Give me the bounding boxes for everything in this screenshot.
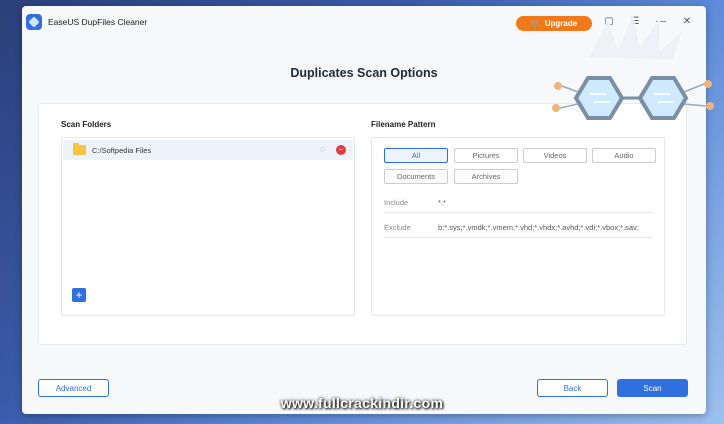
chip-audio[interactable]: Audio xyxy=(592,148,656,163)
chip-archives[interactable]: Archives xyxy=(454,169,518,184)
chip-documents[interactable]: Documents xyxy=(384,169,448,184)
add-folder-button[interactable]: + xyxy=(72,288,86,302)
mascot-logo-icon xyxy=(552,13,714,120)
plus-icon: + xyxy=(75,287,83,302)
options-card: Scan Folders Filename Pattern C:/Softped… xyxy=(38,103,687,345)
folder-icon xyxy=(73,143,86,155)
chip-all[interactable]: All xyxy=(384,148,448,163)
exclude-underline xyxy=(384,237,652,238)
filename-pattern-panel: All Pictures Videos Audio Documents Arch… xyxy=(371,137,665,316)
app-title: EaseUS DupFiles Cleaner xyxy=(48,17,148,27)
chip-videos[interactable]: Videos xyxy=(523,148,587,163)
include-field[interactable]: *.* xyxy=(438,198,658,207)
app-logo-icon xyxy=(26,14,42,30)
include-label: Include xyxy=(384,198,409,207)
loading-icon: ◌ xyxy=(319,144,325,154)
list-item[interactable]: C:/Softpedia Files ◌ – xyxy=(63,140,353,160)
filename-pattern-label: Filename Pattern xyxy=(371,120,436,129)
exclude-label: Exclude xyxy=(384,223,411,232)
remove-folder-icon[interactable]: – xyxy=(336,145,346,155)
scan-folders-label: Scan Folders xyxy=(61,120,112,129)
chip-pictures[interactable]: Pictures xyxy=(454,148,518,163)
exclude-field[interactable]: b;*.sys;*.vmdk;*.vmem;*.vhd;*.vhdx;*.avh… xyxy=(438,223,654,232)
scan-folders-list: C:/Softpedia Files ◌ – + xyxy=(61,137,355,316)
cart-icon: 🛒 xyxy=(530,19,541,28)
folder-path: C:/Softpedia Files xyxy=(92,145,152,155)
watermark-text: www.fullcrackindir.com xyxy=(280,395,444,411)
include-underline xyxy=(384,212,652,213)
